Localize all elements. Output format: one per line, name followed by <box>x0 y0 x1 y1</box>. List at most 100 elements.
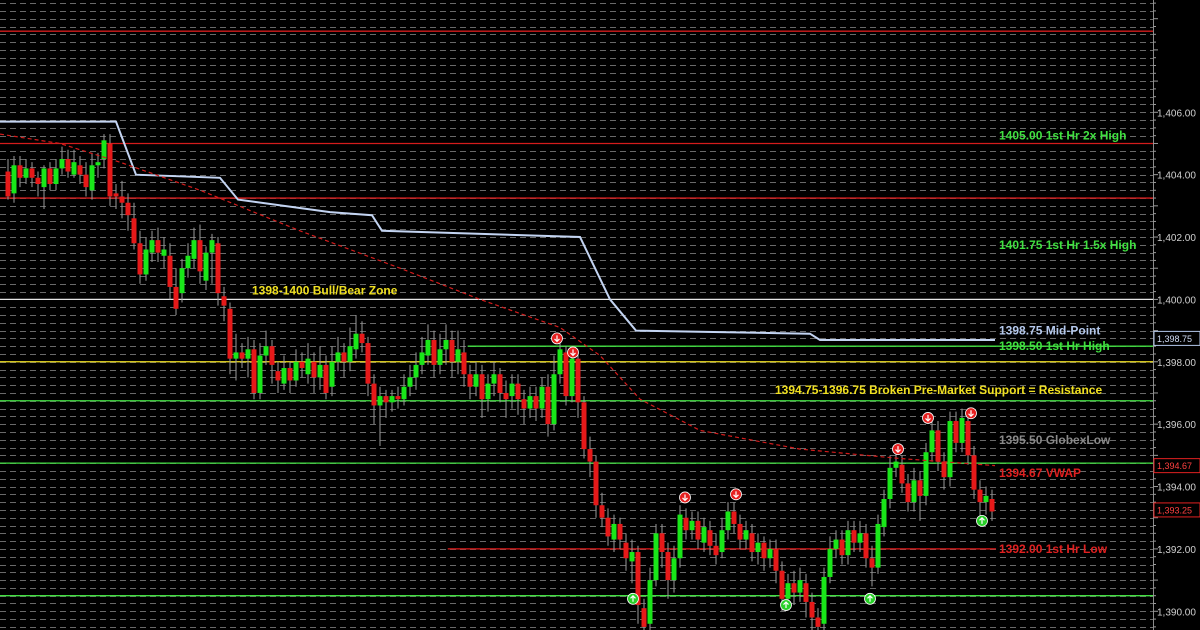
price-tag-label: 1,398.75 <box>1157 334 1192 344</box>
candle-body <box>629 552 635 562</box>
candle-body <box>509 383 515 397</box>
candle-body <box>587 449 593 462</box>
candle-body <box>275 371 281 381</box>
candle-body <box>455 349 461 362</box>
candle-body <box>863 533 869 559</box>
candle-body <box>743 530 749 540</box>
candle-body <box>941 461 947 478</box>
candle-body <box>971 455 977 490</box>
candle-body <box>23 168 29 178</box>
candle-body <box>371 383 377 406</box>
axis-panel <box>1153 0 1200 630</box>
candle-body <box>317 364 323 378</box>
candle-body <box>437 349 443 365</box>
candle-body <box>347 346 353 362</box>
candle-body <box>569 358 575 397</box>
candle-body <box>461 352 467 375</box>
candle-body <box>137 243 143 275</box>
candle-body <box>215 243 221 294</box>
candle-body <box>251 349 257 393</box>
candle-body <box>143 249 149 275</box>
candle-body <box>983 495 989 503</box>
candle-body <box>197 240 203 272</box>
candle-body <box>311 361 317 378</box>
candle-body <box>875 523 881 568</box>
price-tag-label: 1,394.67 <box>1157 461 1192 471</box>
candle-body <box>233 352 239 359</box>
candle-body <box>593 461 599 506</box>
axis-tick-label: 1,406.00 <box>1157 108 1196 119</box>
axis-tick-label: 1,402.00 <box>1157 233 1196 244</box>
candle-body <box>497 374 503 393</box>
candle-body <box>725 511 731 531</box>
candle-body <box>899 464 905 484</box>
candle-body <box>29 168 35 178</box>
candle-body <box>335 352 341 362</box>
candle-body <box>65 159 71 172</box>
candle-body <box>695 520 701 540</box>
candle-body <box>953 421 959 443</box>
level-label: 1394.75-1396.75 Broken Pre-Market Suppor… <box>775 383 1102 397</box>
level-label: 1392.00 1st Hr Low <box>999 542 1108 556</box>
candle-body <box>389 396 395 403</box>
candle-body <box>149 240 155 253</box>
candle-body <box>869 558 875 568</box>
candle-body <box>737 523 743 540</box>
candle-body <box>887 467 893 500</box>
candle-body <box>257 355 263 393</box>
candle-body <box>977 489 983 503</box>
candle-body <box>41 168 47 188</box>
candle-body <box>881 499 887 528</box>
candle-body <box>671 558 677 581</box>
candle-body <box>521 399 527 409</box>
candle-body <box>83 174 89 188</box>
annotation-label: 1398.75 Mid-Point <box>999 323 1100 337</box>
candle-body <box>179 268 185 294</box>
axis-tick-label: 1,390.00 <box>1157 607 1196 618</box>
candle-body <box>563 352 569 397</box>
candle-body <box>413 364 419 378</box>
candle-body <box>659 533 665 553</box>
candle-body <box>989 499 995 512</box>
candle-body <box>191 240 197 259</box>
candle-body <box>767 548 773 559</box>
candle-body <box>353 333 359 350</box>
price-chart: 1405.00 1st Hr 2x High 1401.75 1st Hr 1.5… <box>0 0 1200 630</box>
axis-tick-label: 1,392.00 <box>1157 545 1196 556</box>
candle-body <box>467 374 473 387</box>
candle-body <box>113 193 119 197</box>
candle-body <box>239 352 245 359</box>
candle-body <box>491 374 497 384</box>
candle-body <box>923 452 929 496</box>
candle-body <box>701 527 707 543</box>
candle-body <box>797 580 803 593</box>
level-label: 1401.75 1st Hr 1.5x High <box>999 238 1136 252</box>
candle-body <box>269 346 275 365</box>
candle-body <box>443 339 449 350</box>
candle-body <box>329 361 335 387</box>
candle-body <box>827 548 833 577</box>
candle-body <box>905 483 911 503</box>
candle-body <box>581 402 587 450</box>
candle-body <box>791 583 797 593</box>
candle-body <box>35 177 41 185</box>
candle-body <box>539 386 545 409</box>
candle-body <box>47 168 53 185</box>
candle-body <box>839 539 845 556</box>
candle-body <box>71 162 77 175</box>
axis-tick-label: 1,404.00 <box>1157 171 1196 182</box>
candle-body <box>89 165 95 191</box>
axis-tick-label: 1,394.00 <box>1157 483 1196 494</box>
level-label: 1405.00 1st Hr 2x High <box>999 128 1126 142</box>
candle-body <box>419 352 425 365</box>
candle-body <box>557 349 563 375</box>
candle-body <box>677 514 683 559</box>
price-tag-label: 1,393.25 <box>1157 505 1192 515</box>
candle-body <box>851 530 857 543</box>
candle-body <box>227 308 233 359</box>
candle-body <box>719 530 725 553</box>
candle-body <box>245 349 251 359</box>
candle-body <box>533 396 539 409</box>
candle-body <box>773 548 779 571</box>
candle-body <box>473 374 479 387</box>
